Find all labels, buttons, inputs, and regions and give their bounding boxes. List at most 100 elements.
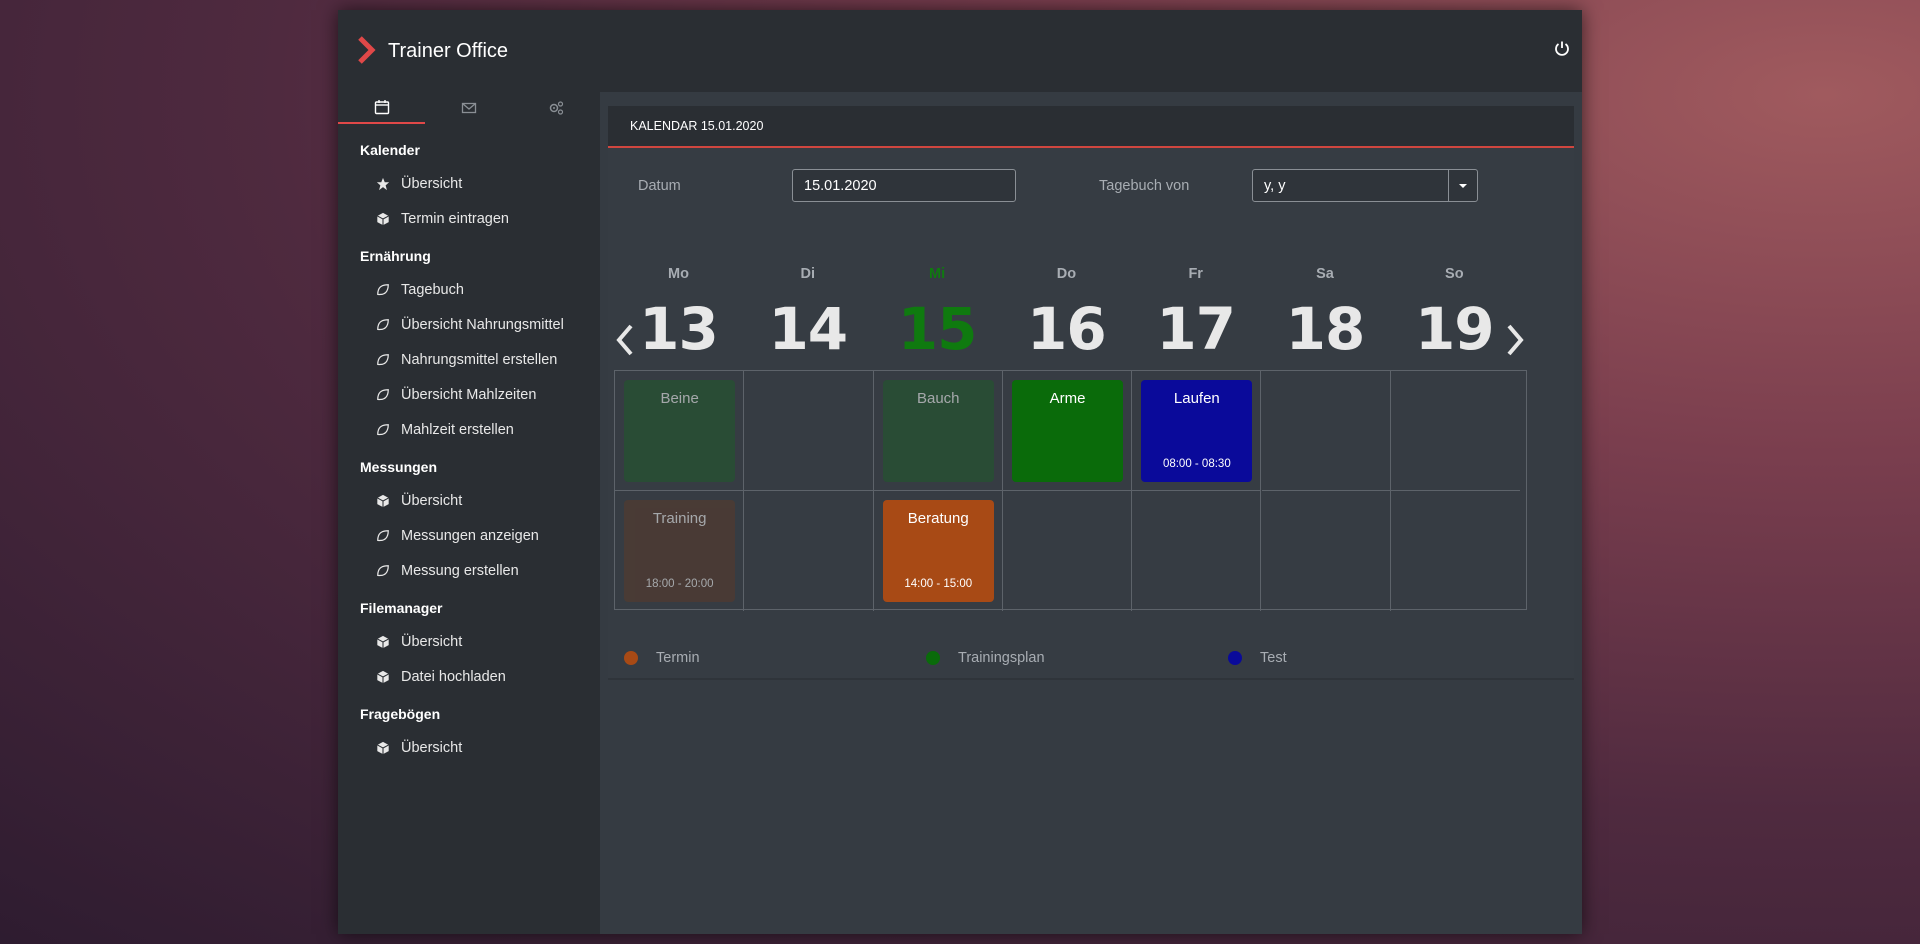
tab-calendar[interactable] [338, 92, 425, 124]
legend-dot-icon [624, 651, 638, 665]
calendar-body: Datum Tagebuch von y, y Mo 13 Di 14 Mi 15 Do 16… [608, 148, 1574, 678]
day-column[interactable]: Mo 13 [614, 266, 743, 363]
cube-icon [375, 493, 391, 509]
star-icon [375, 176, 391, 192]
calendar-event[interactable]: Arme [1011, 380, 1124, 482]
day-column[interactable]: So 19 [1390, 266, 1519, 363]
calendar-cell[interactable] [1003, 491, 1133, 611]
day-number: 18 [1285, 295, 1366, 363]
sidebar-item[interactable]: Übersicht [338, 166, 600, 201]
app-window: Trainer Office Kalender Übersicht Termin… [338, 10, 1582, 934]
legend-label: Test [1260, 650, 1287, 666]
sidebar-item[interactable]: Übersicht [338, 730, 600, 765]
day-name: Sa [1316, 266, 1334, 282]
sidebar-item-label: Nahrungsmittel erstellen [401, 351, 558, 368]
power-icon[interactable] [1554, 40, 1570, 56]
main-content: KALENDAR 15.01.2020 Datum Tagebuch von y… [600, 92, 1582, 934]
dropdown-button[interactable] [1448, 170, 1477, 201]
day-name: Di [800, 266, 816, 282]
sidebar-item-label: Tagebuch [401, 281, 464, 298]
day-column[interactable]: Fr 17 [1131, 266, 1260, 363]
date-field[interactable] [792, 169, 1016, 202]
day-number: 19 [1414, 295, 1495, 363]
legend-dot-icon [1228, 651, 1242, 665]
calendar-header: KALENDAR 15.01.2020 [608, 106, 1574, 148]
event-time: 08:00 - 08:30 [1162, 458, 1231, 470]
sidebar-item-label: Übersicht [401, 175, 463, 192]
calendar-event[interactable]: Beratung 14:00 - 15:00 [882, 500, 994, 602]
calendar-icon [374, 100, 389, 115]
legend-item: Test [1228, 650, 1287, 666]
event-title: Training [652, 510, 707, 527]
leaf-icon [375, 282, 391, 298]
sidebar-item[interactable]: Mahlzeit erstellen [338, 412, 600, 447]
sidebar-item-label: Mahlzeit erstellen [401, 421, 514, 438]
legend-item: Termin [624, 650, 700, 666]
calendar-event[interactable]: Beine [624, 380, 736, 482]
diary-label: Tagebuch von [1099, 178, 1190, 194]
gears-icon [549, 101, 563, 115]
week-grid: Beine Bauch Arme Laufen 08:00 - 08:30 Trainin… [614, 370, 1527, 611]
top-bar: Trainer Office [338, 10, 1582, 92]
event-title: Bauch [916, 390, 960, 407]
tab-settings[interactable] [512, 92, 599, 124]
sidebar-item[interactable]: Tagebuch [338, 272, 600, 307]
sidebar-item[interactable]: Termin eintragen [338, 201, 600, 236]
day-column[interactable]: Mi 15 [873, 266, 1002, 363]
calendar-event[interactable]: Laufen 08:00 - 08:30 [1141, 380, 1253, 482]
day-name: Mo [668, 266, 689, 282]
sidebar-item[interactable]: Übersicht Mahlzeiten [338, 377, 600, 412]
sidebar-item[interactable]: Übersicht Nahrungsmittel [338, 307, 600, 342]
date-input[interactable] [804, 177, 1015, 194]
day-name: So [1445, 266, 1464, 282]
legend-label: Trainingsplan [958, 650, 1045, 666]
calendar-cell[interactable] [1390, 371, 1521, 491]
calendar-cell[interactable] [1261, 371, 1391, 491]
day-column[interactable]: Sa 18 [1261, 266, 1390, 363]
event-title: Beratung [907, 510, 969, 527]
caret-down-icon [1459, 183, 1467, 188]
leaf-icon [375, 317, 391, 333]
sidebar-item-label: Übersicht [401, 492, 463, 509]
sidebar-tabs [338, 92, 600, 124]
sidebar-heading: Filemanager [360, 600, 443, 616]
logo-chevron-icon [358, 36, 376, 64]
calendar-cell[interactable] [1391, 491, 1520, 611]
event-title: Arme [1049, 390, 1086, 407]
day-number: 14 [768, 295, 848, 363]
event-title: Beine [660, 390, 699, 407]
diary-select[interactable]: y, y [1252, 169, 1478, 202]
chevron-right-icon[interactable] [1504, 320, 1526, 360]
app-title: Trainer Office [388, 40, 509, 62]
sidebar-item[interactable]: Messung erstellen [338, 553, 600, 588]
sidebar-item-label: Übersicht Nahrungsmittel [401, 316, 564, 333]
event-time: 18:00 - 20:00 [645, 578, 714, 590]
sidebar-item[interactable]: Messungen anzeigen [338, 518, 600, 553]
calendar-cell[interactable] [744, 491, 874, 611]
legend: Termin Trainingsplan Test [608, 650, 1568, 670]
date-label: Datum [638, 178, 681, 194]
calendar-event[interactable]: Training 18:00 - 20:00 [624, 500, 736, 602]
sidebar-item[interactable]: Übersicht [338, 483, 600, 518]
legend-item: Trainingsplan [926, 650, 1045, 666]
sidebar-heading: Fragebögen [360, 706, 441, 722]
calendar-cell[interactable] [1132, 491, 1262, 611]
day-column[interactable]: Di 14 [743, 266, 872, 363]
cube-icon [375, 669, 391, 685]
tab-mail[interactable] [425, 92, 512, 124]
sidebar-heading: Messungen [360, 459, 438, 475]
sidebar-item[interactable]: Nahrungsmittel erstellen [338, 342, 600, 377]
day-name: Do [1056, 266, 1077, 282]
day-name: Mi [929, 266, 946, 282]
sidebar-item[interactable]: Übersicht [338, 624, 600, 659]
calendar-event[interactable]: Bauch [882, 380, 994, 482]
leaf-icon [375, 387, 391, 403]
sidebar-item[interactable]: Datei hochladen [338, 659, 600, 694]
calendar-card: KALENDAR 15.01.2020 Datum Tagebuch von y… [608, 106, 1574, 680]
event-title: Laufen [1173, 390, 1220, 407]
calendar-cell[interactable] [1262, 491, 1391, 611]
day-number: 13 [639, 295, 719, 363]
calendar-cell[interactable] [744, 371, 874, 491]
day-column[interactable]: Do 16 [1002, 266, 1131, 363]
day-name: Fr [1188, 266, 1203, 282]
